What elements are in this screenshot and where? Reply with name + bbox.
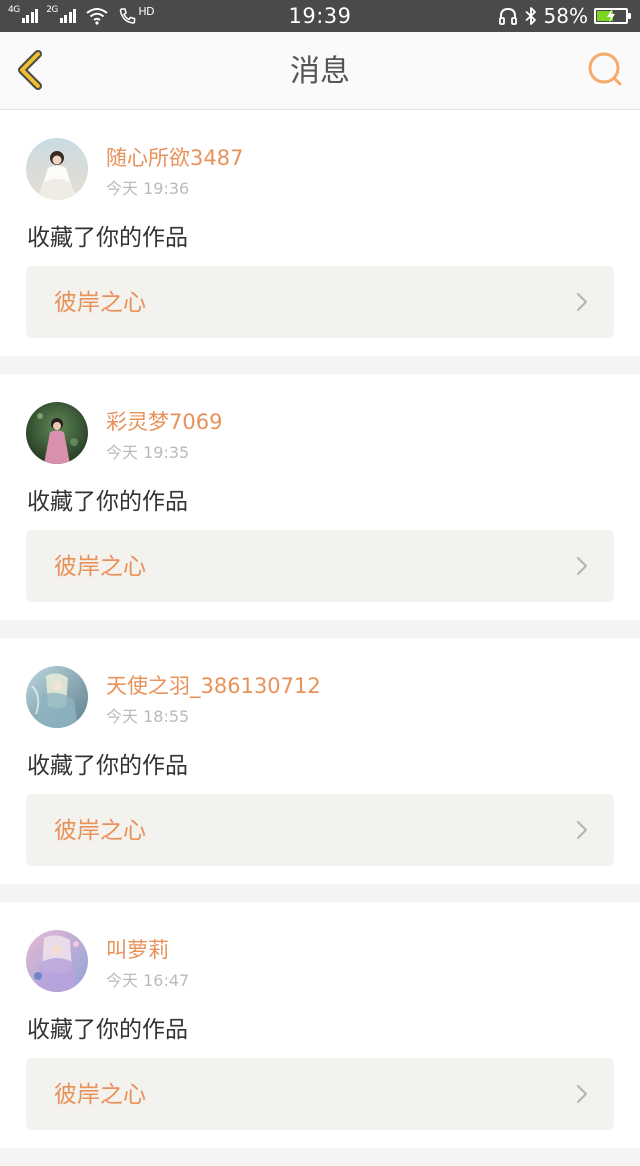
message-card: 彩灵梦7069 今天 19:35 收藏了你的作品 彼岸之心 [0,374,640,620]
status-bar: 4G 2G HD 19:39 58% [0,0,640,32]
charging-bolt-icon [607,9,615,23]
message-time: 今天 19:36 [106,179,190,198]
message-time: 今天 19:35 [106,443,190,462]
message-list: 随心所欲3487 今天 19:36 收藏了你的作品 彼岸之心 彩灵梦7069 今… [0,110,640,1166]
status-bar-right: 58% [498,0,632,32]
work-title: 彼岸之心 [54,1082,146,1108]
work-link[interactable]: 彼岸之心 [26,266,614,338]
username[interactable]: 天使之羽_386130712 [106,670,321,700]
username[interactable]: 叫萝莉 [106,934,169,964]
avatar-image [26,402,88,464]
work-title: 彼岸之心 [54,818,146,844]
work-link[interactable]: 彼岸之心 [26,530,614,602]
message-action-text: 收藏了你的作品 [27,489,188,515]
username[interactable]: 彩灵梦7069 [106,406,222,436]
chevron-right-icon [576,1084,588,1104]
battery-icon [594,8,631,24]
avatar[interactable] [26,138,88,200]
header-bar: 消息 [0,32,640,110]
avatar[interactable] [26,930,88,992]
work-link[interactable]: 彼岸之心 [26,1058,614,1130]
avatar-image [26,666,88,728]
work-title: 彼岸之心 [54,554,146,580]
avatar-image [26,138,88,200]
battery-percent: 58% [543,4,588,28]
message-time: 今天 18:55 [106,707,190,726]
message-card: 叫萝莉 今天 16:47 收藏了你的作品 彼岸之心 [0,902,640,1148]
headphones-icon [498,7,517,25]
message-card: 天使之羽_386130712 今天 18:55 收藏了你的作品 彼岸之心 [0,638,640,884]
username[interactable]: 随心所欲3487 [106,142,243,172]
bluetooth-icon [524,7,536,25]
avatar[interactable] [26,402,88,464]
chevron-right-icon [576,556,588,576]
message-time: 今天 16:47 [106,971,190,990]
work-title: 彼岸之心 [54,290,146,316]
avatar[interactable] [26,666,88,728]
search-button[interactable] [586,50,626,90]
search-icon [588,52,622,86]
work-link[interactable]: 彼岸之心 [26,794,614,866]
chevron-right-icon [576,820,588,840]
message-action-text: 收藏了你的作品 [27,225,188,251]
chevron-right-icon [576,292,588,312]
message-action-text: 收藏了你的作品 [27,753,188,779]
avatar-image [26,930,88,992]
message-card: 随心所欲3487 今天 19:36 收藏了你的作品 彼岸之心 [0,110,640,356]
page-title: 消息 [290,54,350,89]
message-action-text: 收藏了你的作品 [27,1017,188,1043]
